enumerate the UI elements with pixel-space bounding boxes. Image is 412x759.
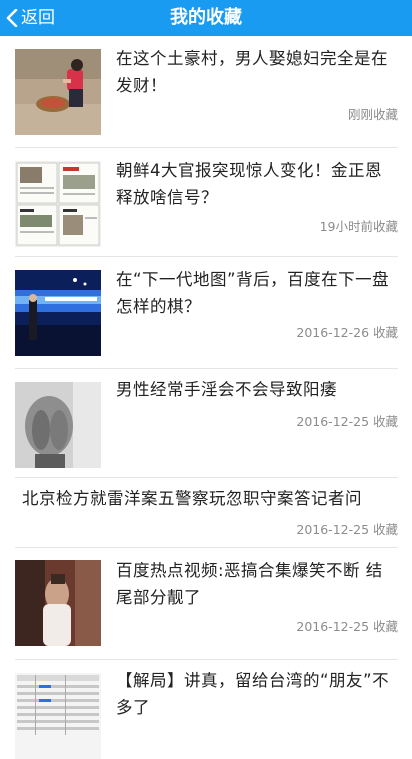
item-title: 男性经常手淫会不会导致阳痿 [116,380,337,399]
page-title: 我的收藏 [170,7,242,28]
saved-time: 刚刚收藏 [347,107,398,122]
saved-time: 2016-12-25 收藏 [296,414,398,429]
list-item[interactable]: 百度热点视频:恶搞合集爆笑不断 结尾部分靓了 2016-12-25 收藏 [15,548,398,660]
list-item[interactable]: 在这个土豪村，男人娶媳妇完全是在发财！ 刚刚收藏 [15,36,398,148]
item-title: 【解局】讲真，留给台湾的“朋友”不多了 [116,671,390,717]
list-item[interactable]: 男性经常手淫会不会导致阳痿 2016-12-25 收藏 [15,369,398,478]
saved-time: 19小时前收藏 [319,219,398,234]
thumbnail-image [15,673,101,759]
list-item[interactable]: 朝鲜4大官报突现惊人变化！金正恩释放啥信号？ 19小时前收藏 [15,148,398,257]
list-item[interactable]: 北京检方就雷洋案五警察玩忽职守案答记者问 2016-12-25 收藏 [15,478,398,548]
chevron-left-icon [6,9,18,27]
item-title: 百度热点视频:恶搞合集爆笑不断 结尾部分靓了 [116,561,383,607]
thumbnail-image [15,382,101,468]
favorites-list: 在这个土豪村，男人娶媳妇完全是在发财！ 刚刚收藏 朝鲜4大官报突现惊人变化！金正… [0,36,412,759]
thumbnail-image [15,560,101,646]
list-item[interactable]: 【解局】讲真，留给台湾的“朋友”不多了 [15,660,398,759]
item-title: 朝鲜4大官报突现惊人变化！金正恩释放啥信号？ [116,161,382,207]
back-label: 返回 [21,8,55,28]
thumbnail-image [15,161,101,247]
item-title: 在“下一代地图”背后，百度在下一盘怎样的棋？ [116,270,390,316]
saved-time: 2016-12-26 收藏 [296,325,398,340]
item-title: 北京检方就雷洋案五警察玩忽职守案答记者问 [22,489,362,508]
thumbnail-image [15,49,101,135]
item-title: 在这个土豪村，男人娶媳妇完全是在发财！ [116,49,388,95]
top-bar: 返回 我的收藏 [0,0,412,36]
list-item[interactable]: 在“下一代地图”背后，百度在下一盘怎样的棋？ 2016-12-26 收藏 [15,257,398,369]
thumbnail-image [15,270,101,356]
back-button[interactable]: 返回 [6,0,55,36]
saved-time: 2016-12-25 收藏 [296,522,398,537]
saved-time: 2016-12-25 收藏 [296,619,398,634]
